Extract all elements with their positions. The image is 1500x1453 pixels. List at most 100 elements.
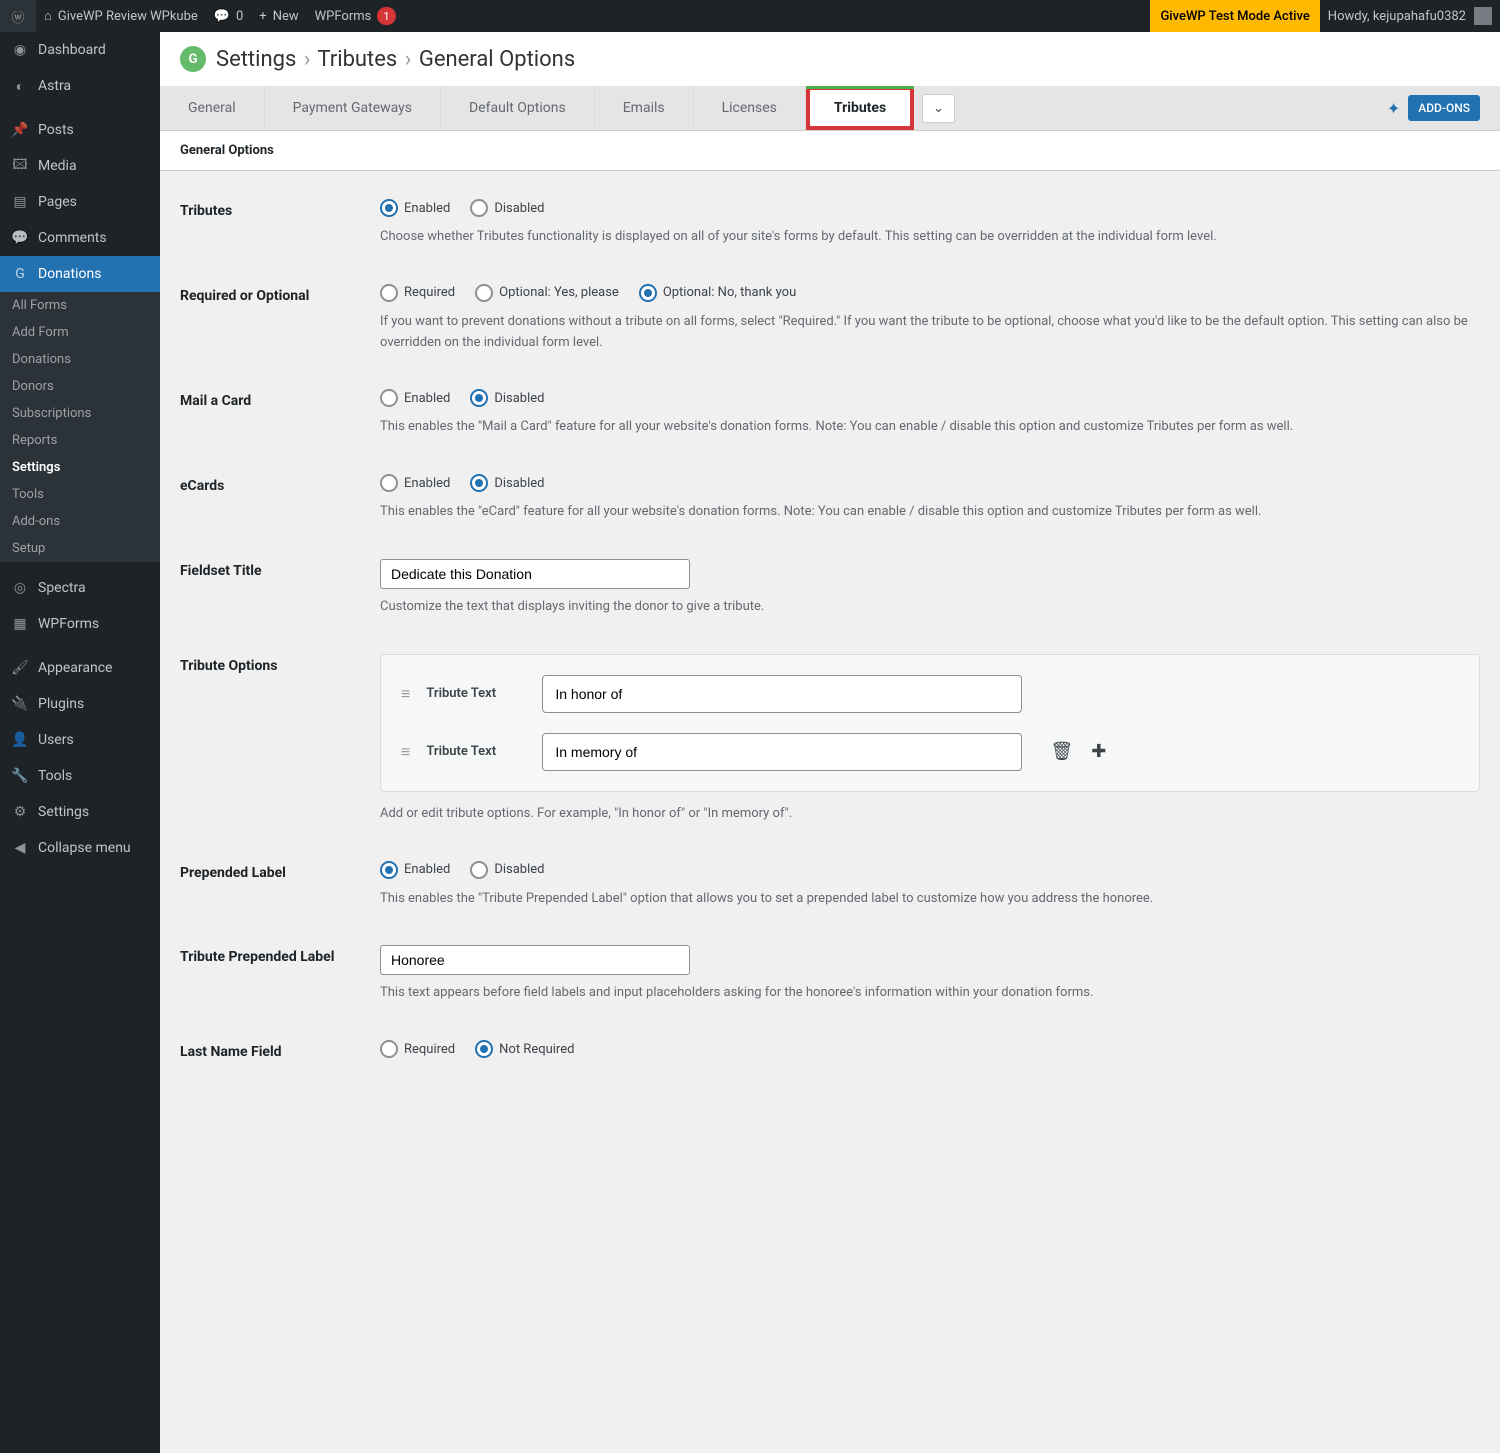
optional-yes-radio[interactable] xyxy=(475,284,493,302)
sidebar-item-plugins[interactable]: 🔌 Plugins xyxy=(0,686,160,722)
submenu-donations[interactable]: Donations xyxy=(0,346,160,373)
plugin-icon: 🔌 xyxy=(10,694,30,714)
sidebar-item-spectra[interactable]: ◎Spectra xyxy=(0,570,160,606)
wpforms-link[interactable]: WPForms1 xyxy=(307,0,404,32)
ecards-desc: This enables the "eCard" feature for all… xyxy=(380,502,1480,523)
sidebar-item-settings[interactable]: ⚙Settings xyxy=(0,794,160,830)
tab-tributes[interactable]: Tributes xyxy=(806,86,914,130)
sidebar-item-label: Tools xyxy=(38,768,72,784)
submenu-subscriptions[interactable]: Subscriptions xyxy=(0,400,160,427)
tribute-options-label: Tribute Options xyxy=(180,654,380,825)
sidebar-item-dashboard[interactable]: ◉Dashboard xyxy=(0,32,160,68)
sidebar-item-tools[interactable]: 🔧 Tools xyxy=(0,758,160,794)
sidebar-item-pages[interactable]: ▤Pages xyxy=(0,184,160,220)
last-name-required-radio[interactable] xyxy=(380,1040,398,1058)
avatar-icon xyxy=(1474,7,1492,25)
comments-link[interactable]: 💬0 xyxy=(206,0,252,32)
trash-icon: 🗑 xyxy=(1050,741,1073,762)
submenu-label: Tools xyxy=(12,487,44,502)
drag-handle-icon[interactable]: ≡ xyxy=(401,742,410,762)
submenu-all-forms[interactable]: All Forms xyxy=(0,292,160,319)
tribute-options-desc: Add or edit tribute options. For example… xyxy=(380,804,1480,825)
optional-no-radio[interactable] xyxy=(639,284,657,302)
tribute-prepended-label-label: Tribute Prepended Label xyxy=(180,945,380,1004)
tab-licenses[interactable]: Licenses xyxy=(694,86,806,130)
addons-button[interactable]: ADD-ONS xyxy=(1408,95,1480,121)
sidebar-item-donations[interactable]: GDonations xyxy=(0,256,160,292)
sidebar-item-label: Spectra xyxy=(38,580,86,596)
submenu-label: Reports xyxy=(12,433,57,448)
required-radio[interactable] xyxy=(380,284,398,302)
drag-handle-icon[interactable]: ≡ xyxy=(401,684,410,704)
sidebar-item-comments[interactable]: 💬Comments xyxy=(0,220,160,256)
tab-emails[interactable]: Emails xyxy=(595,86,694,130)
sub-tab-general-options[interactable]: General Options xyxy=(160,131,1500,171)
tribute-text-input-1[interactable] xyxy=(542,675,1022,713)
prepended-enabled-radio[interactable] xyxy=(380,861,398,879)
submenu-setup[interactable]: Setup xyxy=(0,535,160,562)
submenu-addons[interactable]: Add-ons xyxy=(0,508,160,535)
sidebar-item-astra[interactable]: ◐Astra xyxy=(0,68,160,104)
mail-card-enabled-radio[interactable] xyxy=(380,389,398,407)
enabled-label: Enabled xyxy=(404,201,450,216)
submenu-label: Settings xyxy=(12,460,60,475)
tab-general[interactable]: General xyxy=(160,86,265,130)
sidebar-item-wpforms[interactable]: ▦WPForms xyxy=(0,606,160,642)
sidebar-item-collapse[interactable]: ◀Collapse menu xyxy=(0,830,160,866)
sidebar-item-label: Donations xyxy=(38,266,101,282)
last-name-not-required-radio[interactable] xyxy=(475,1040,493,1058)
tools-icon: 🔧 xyxy=(10,766,30,786)
fieldset-title-input[interactable] xyxy=(380,559,690,589)
optional-no-text: Optional: No, thank you xyxy=(663,285,796,300)
enabled-label: Enabled xyxy=(404,476,450,491)
tab-default-options[interactable]: Default Options xyxy=(441,86,595,130)
submenu-settings[interactable]: Settings xyxy=(0,454,160,481)
add-row-button[interactable]: ✚ xyxy=(1091,741,1106,762)
comment-icon: 💬 xyxy=(214,9,230,24)
site-name-link[interactable]: ⌂GiveWP Review WPkube xyxy=(36,0,206,32)
sidebar-item-label: Media xyxy=(38,158,77,174)
delete-row-button[interactable]: 🗑 xyxy=(1050,741,1073,762)
enabled-label: Enabled xyxy=(404,391,450,406)
pin-icon: 📌 xyxy=(10,120,30,140)
sidebar-item-label: Plugins xyxy=(38,696,84,712)
last-name-field-label: Last Name Field xyxy=(180,1040,380,1068)
ecards-enabled-radio[interactable] xyxy=(380,474,398,492)
submenu-add-form[interactable]: Add Form xyxy=(0,319,160,346)
required-desc: If you want to prevent donations without… xyxy=(380,312,1480,354)
prepended-label-label: Prepended Label xyxy=(180,861,380,910)
tab-payment-gateways[interactable]: Payment Gateways xyxy=(265,86,441,130)
test-mode-banner[interactable]: GiveWP Test Mode Active xyxy=(1150,0,1319,32)
sidebar-item-posts[interactable]: 📌Posts xyxy=(0,112,160,148)
astra-icon: ◐ xyxy=(10,76,30,96)
prepended-disabled-radio[interactable] xyxy=(470,861,488,879)
settings-tabs: General Payment Gateways Default Options… xyxy=(160,86,1500,131)
tributes-disabled-radio[interactable] xyxy=(470,199,488,217)
submenu-label: Add-ons xyxy=(12,514,60,529)
sidebar-item-media[interactable]: 🖾Media xyxy=(0,148,160,184)
site-name-label: GiveWP Review WPkube xyxy=(58,9,198,24)
submenu-reports[interactable]: Reports xyxy=(0,427,160,454)
tabs-overflow-dropdown[interactable]: ⌄ xyxy=(922,94,955,123)
breadcrumb: Settings › Tributes › General Options xyxy=(216,47,575,72)
collapse-icon: ◀ xyxy=(10,838,30,858)
ecards-disabled-radio[interactable] xyxy=(470,474,488,492)
disabled-label: Disabled xyxy=(494,201,544,216)
mail-card-disabled-radio[interactable] xyxy=(470,389,488,407)
breadcrumb-general-options: General Options xyxy=(419,47,575,72)
breadcrumb-tributes: Tributes xyxy=(317,47,397,72)
tribute-text-input-2[interactable] xyxy=(542,733,1022,771)
submenu-label: Setup xyxy=(12,541,45,556)
howdy-text: Howdy, kejupahafu0382 xyxy=(1328,9,1466,24)
appearance-icon: 🖌 xyxy=(10,658,30,678)
user-menu[interactable]: Howdy, kejupahafu0382 xyxy=(1320,0,1500,32)
new-content-link[interactable]: +New xyxy=(251,0,306,32)
submenu-donors[interactable]: Donors xyxy=(0,373,160,400)
tribute-prepended-label-input[interactable] xyxy=(380,945,690,975)
sidebar-item-appearance[interactable]: 🖌Appearance xyxy=(0,650,160,686)
tributes-enabled-radio[interactable] xyxy=(380,199,398,217)
tribute-option-row: ≡ Tribute Text xyxy=(391,665,1469,723)
wp-logo[interactable]: ⓦ xyxy=(0,0,36,32)
sidebar-item-users[interactable]: 👤Users xyxy=(0,722,160,758)
submenu-tools[interactable]: Tools xyxy=(0,481,160,508)
